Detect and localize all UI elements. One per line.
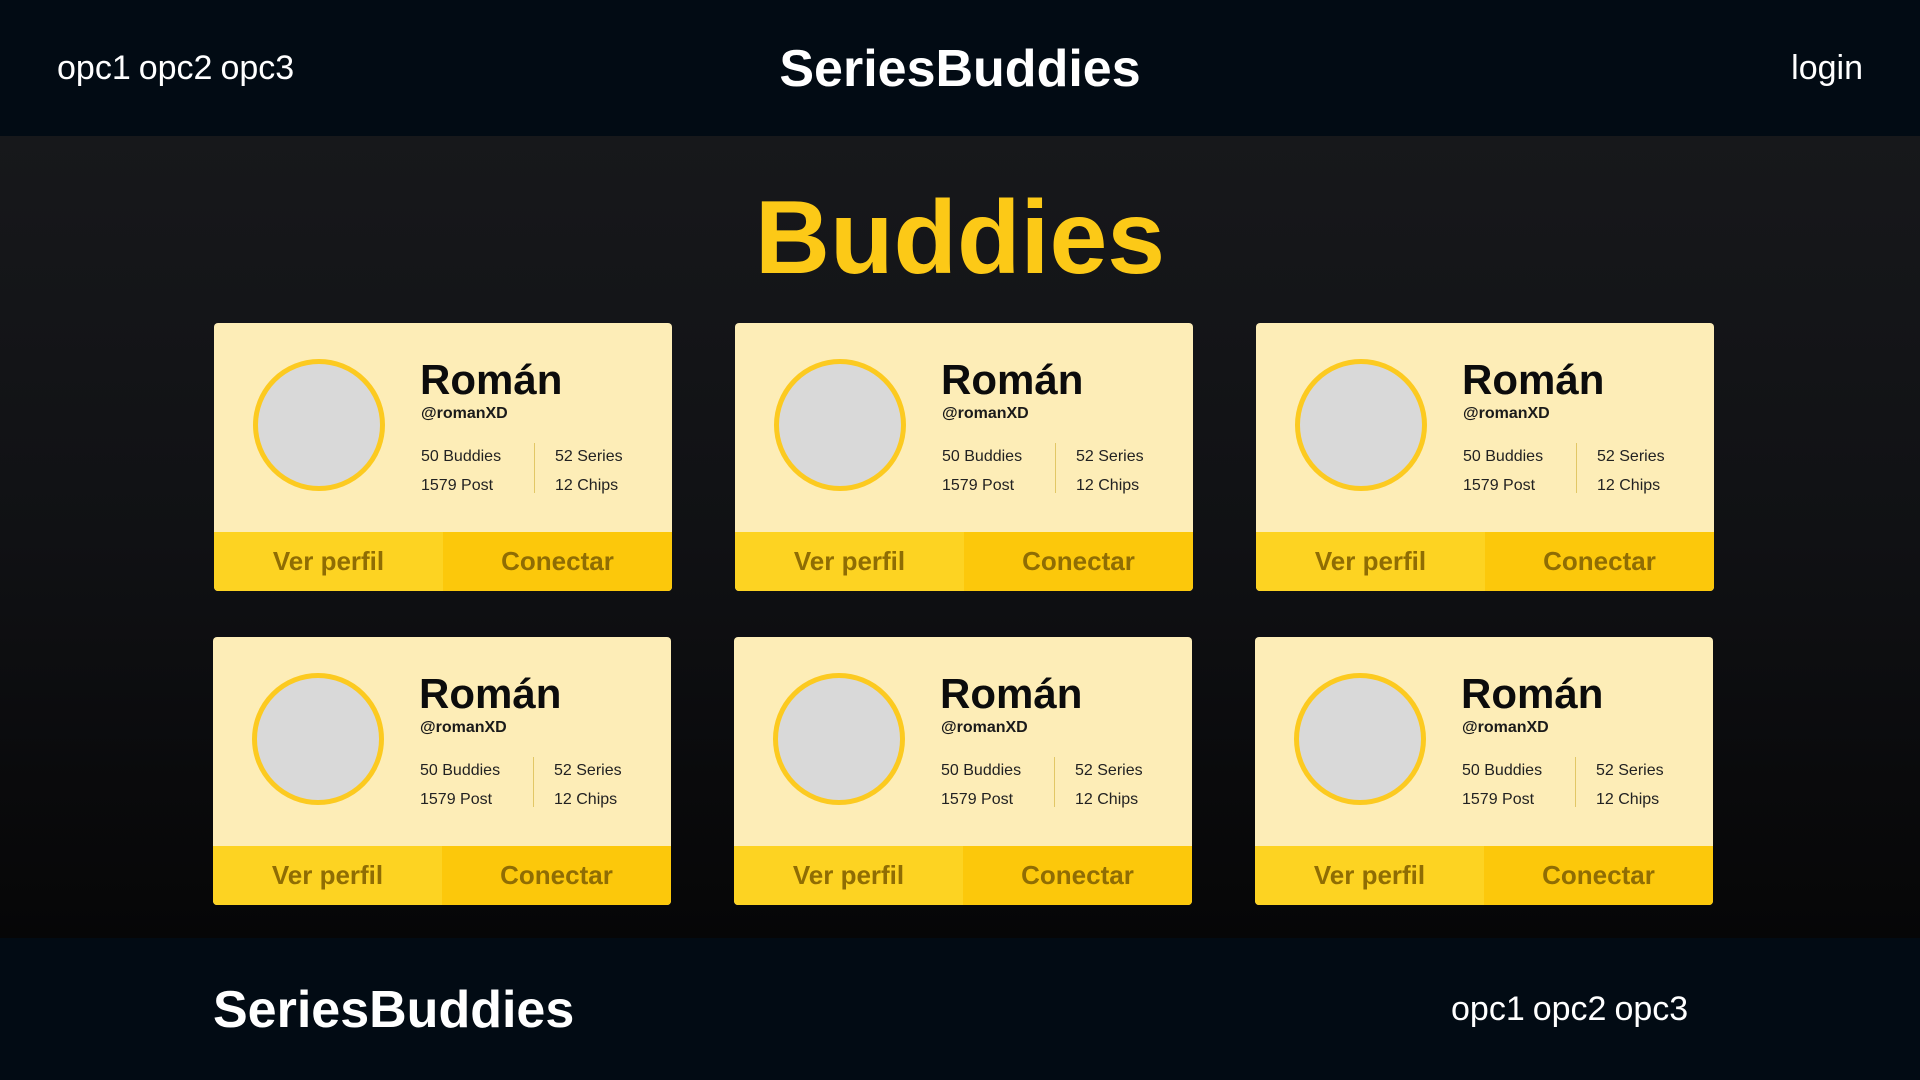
avatar (773, 673, 905, 805)
buddy-name: Román (941, 356, 1084, 403)
footer-nav: opc1 opc2 opc3 (1451, 985, 1696, 1033)
series-count: 52 Series (1597, 448, 1665, 465)
stats-left: 50 Buddies 1579 Post (1462, 756, 1542, 814)
chips-count: 12 Chips (1076, 477, 1140, 494)
footer: SeriesBuddies opc1 opc2 opc3 (0, 938, 1920, 1080)
stats-left: 50 Buddies 1579 Post (420, 756, 500, 814)
buddy-handle: @romanXD (941, 719, 1028, 736)
buddy-card: Román @romanXD 50 Buddies 1579 Post 52 S… (214, 323, 672, 591)
buddy-card: Román @romanXD 50 Buddies 1579 Post 52 S… (1255, 637, 1713, 905)
buddies-count: 50 Buddies (420, 762, 501, 779)
connect-button[interactable]: Conectar (442, 846, 671, 905)
chips-count: 12 Chips (1075, 791, 1139, 808)
chips-count: 12 Chips (1596, 791, 1660, 808)
connect-button[interactable]: Conectar (964, 532, 1193, 591)
buddy-name: Román (420, 356, 563, 403)
buddy-name: Román (1461, 670, 1604, 717)
series-count: 52 Series (1076, 448, 1144, 465)
post-count: 1579 Post (942, 477, 1015, 494)
series-count: 52 Series (555, 448, 623, 465)
stats-divider (1054, 757, 1055, 807)
stats-left: 50 Buddies 1579 Post (1463, 442, 1543, 500)
buddy-name: Román (1462, 356, 1605, 403)
buddy-name: Román (419, 670, 562, 717)
view-profile-button[interactable]: Ver perfil (1255, 846, 1484, 905)
buddies-count: 50 Buddies (421, 448, 502, 465)
stats-right: 52 Series 12 Chips (1597, 442, 1665, 500)
stats-left: 50 Buddies 1579 Post (941, 756, 1021, 814)
buddy-name: Román (940, 670, 1083, 717)
connect-button[interactable]: Conectar (443, 532, 672, 591)
chips-count: 12 Chips (555, 477, 619, 494)
avatar (1295, 359, 1427, 491)
main-content: Buddies Román @romanXD 50 Buddies 1579 P… (0, 136, 1920, 938)
buddies-count: 50 Buddies (1463, 448, 1544, 465)
buddy-handle: @romanXD (1462, 719, 1549, 736)
series-count: 52 Series (1075, 762, 1143, 779)
stats-divider (1576, 443, 1577, 493)
post-count: 1579 Post (421, 477, 494, 494)
avatar (1294, 673, 1426, 805)
buddy-card: Román @romanXD 50 Buddies 1579 Post 52 S… (1256, 323, 1714, 591)
footer-nav-opc3[interactable]: opc3 (1614, 990, 1688, 1028)
stats-divider (534, 443, 535, 493)
series-count: 52 Series (1596, 762, 1664, 779)
avatar (774, 359, 906, 491)
stats-right: 52 Series 12 Chips (555, 442, 623, 500)
footer-logo[interactable]: SeriesBuddies (213, 979, 574, 1041)
buddies-count: 50 Buddies (941, 762, 1022, 779)
connect-button[interactable]: Conectar (963, 846, 1192, 905)
buddy-handle: @romanXD (942, 405, 1029, 422)
stats-right: 52 Series 12 Chips (1596, 756, 1664, 814)
avatar (252, 673, 384, 805)
avatar (253, 359, 385, 491)
buddy-card: Román @romanXD 50 Buddies 1579 Post 52 S… (213, 637, 671, 905)
login-link[interactable]: login (1791, 44, 1863, 92)
stats-left: 50 Buddies 1579 Post (942, 442, 1022, 500)
header-logo[interactable]: SeriesBuddies (0, 38, 1920, 100)
page-title: Buddies (754, 180, 1166, 296)
stats-right: 52 Series 12 Chips (1075, 756, 1143, 814)
stats-right: 52 Series 12 Chips (554, 756, 622, 814)
stats-divider (1055, 443, 1056, 493)
buddies-count: 50 Buddies (942, 448, 1023, 465)
stats-divider (533, 757, 534, 807)
view-profile-button[interactable]: Ver perfil (1256, 532, 1485, 591)
buddy-card: Román @romanXD 50 Buddies 1579 Post 52 S… (734, 637, 1192, 905)
footer-nav-opc1[interactable]: opc1 (1451, 990, 1525, 1028)
post-count: 1579 Post (420, 791, 493, 808)
footer-nav-opc2[interactable]: opc2 (1533, 990, 1607, 1028)
buddies-count: 50 Buddies (1462, 762, 1543, 779)
view-profile-button[interactable]: Ver perfil (214, 532, 443, 591)
stats-divider (1575, 757, 1576, 807)
buddy-card: Román @romanXD 50 Buddies 1579 Post 52 S… (735, 323, 1193, 591)
connect-button[interactable]: Conectar (1485, 532, 1714, 591)
post-count: 1579 Post (1463, 477, 1536, 494)
view-profile-button[interactable]: Ver perfil (734, 846, 963, 905)
post-count: 1579 Post (1462, 791, 1535, 808)
view-profile-button[interactable]: Ver perfil (735, 532, 964, 591)
chips-count: 12 Chips (1597, 477, 1661, 494)
stats-right: 52 Series 12 Chips (1076, 442, 1144, 500)
buddy-handle: @romanXD (1463, 405, 1550, 422)
top-header: opc1 opc2 opc3 SeriesBuddies login (0, 0, 1920, 136)
series-count: 52 Series (554, 762, 622, 779)
post-count: 1579 Post (941, 791, 1014, 808)
chips-count: 12 Chips (554, 791, 618, 808)
stats-left: 50 Buddies 1579 Post (421, 442, 501, 500)
buddy-handle: @romanXD (420, 719, 507, 736)
view-profile-button[interactable]: Ver perfil (213, 846, 442, 905)
buddy-handle: @romanXD (421, 405, 508, 422)
connect-button[interactable]: Conectar (1484, 846, 1713, 905)
